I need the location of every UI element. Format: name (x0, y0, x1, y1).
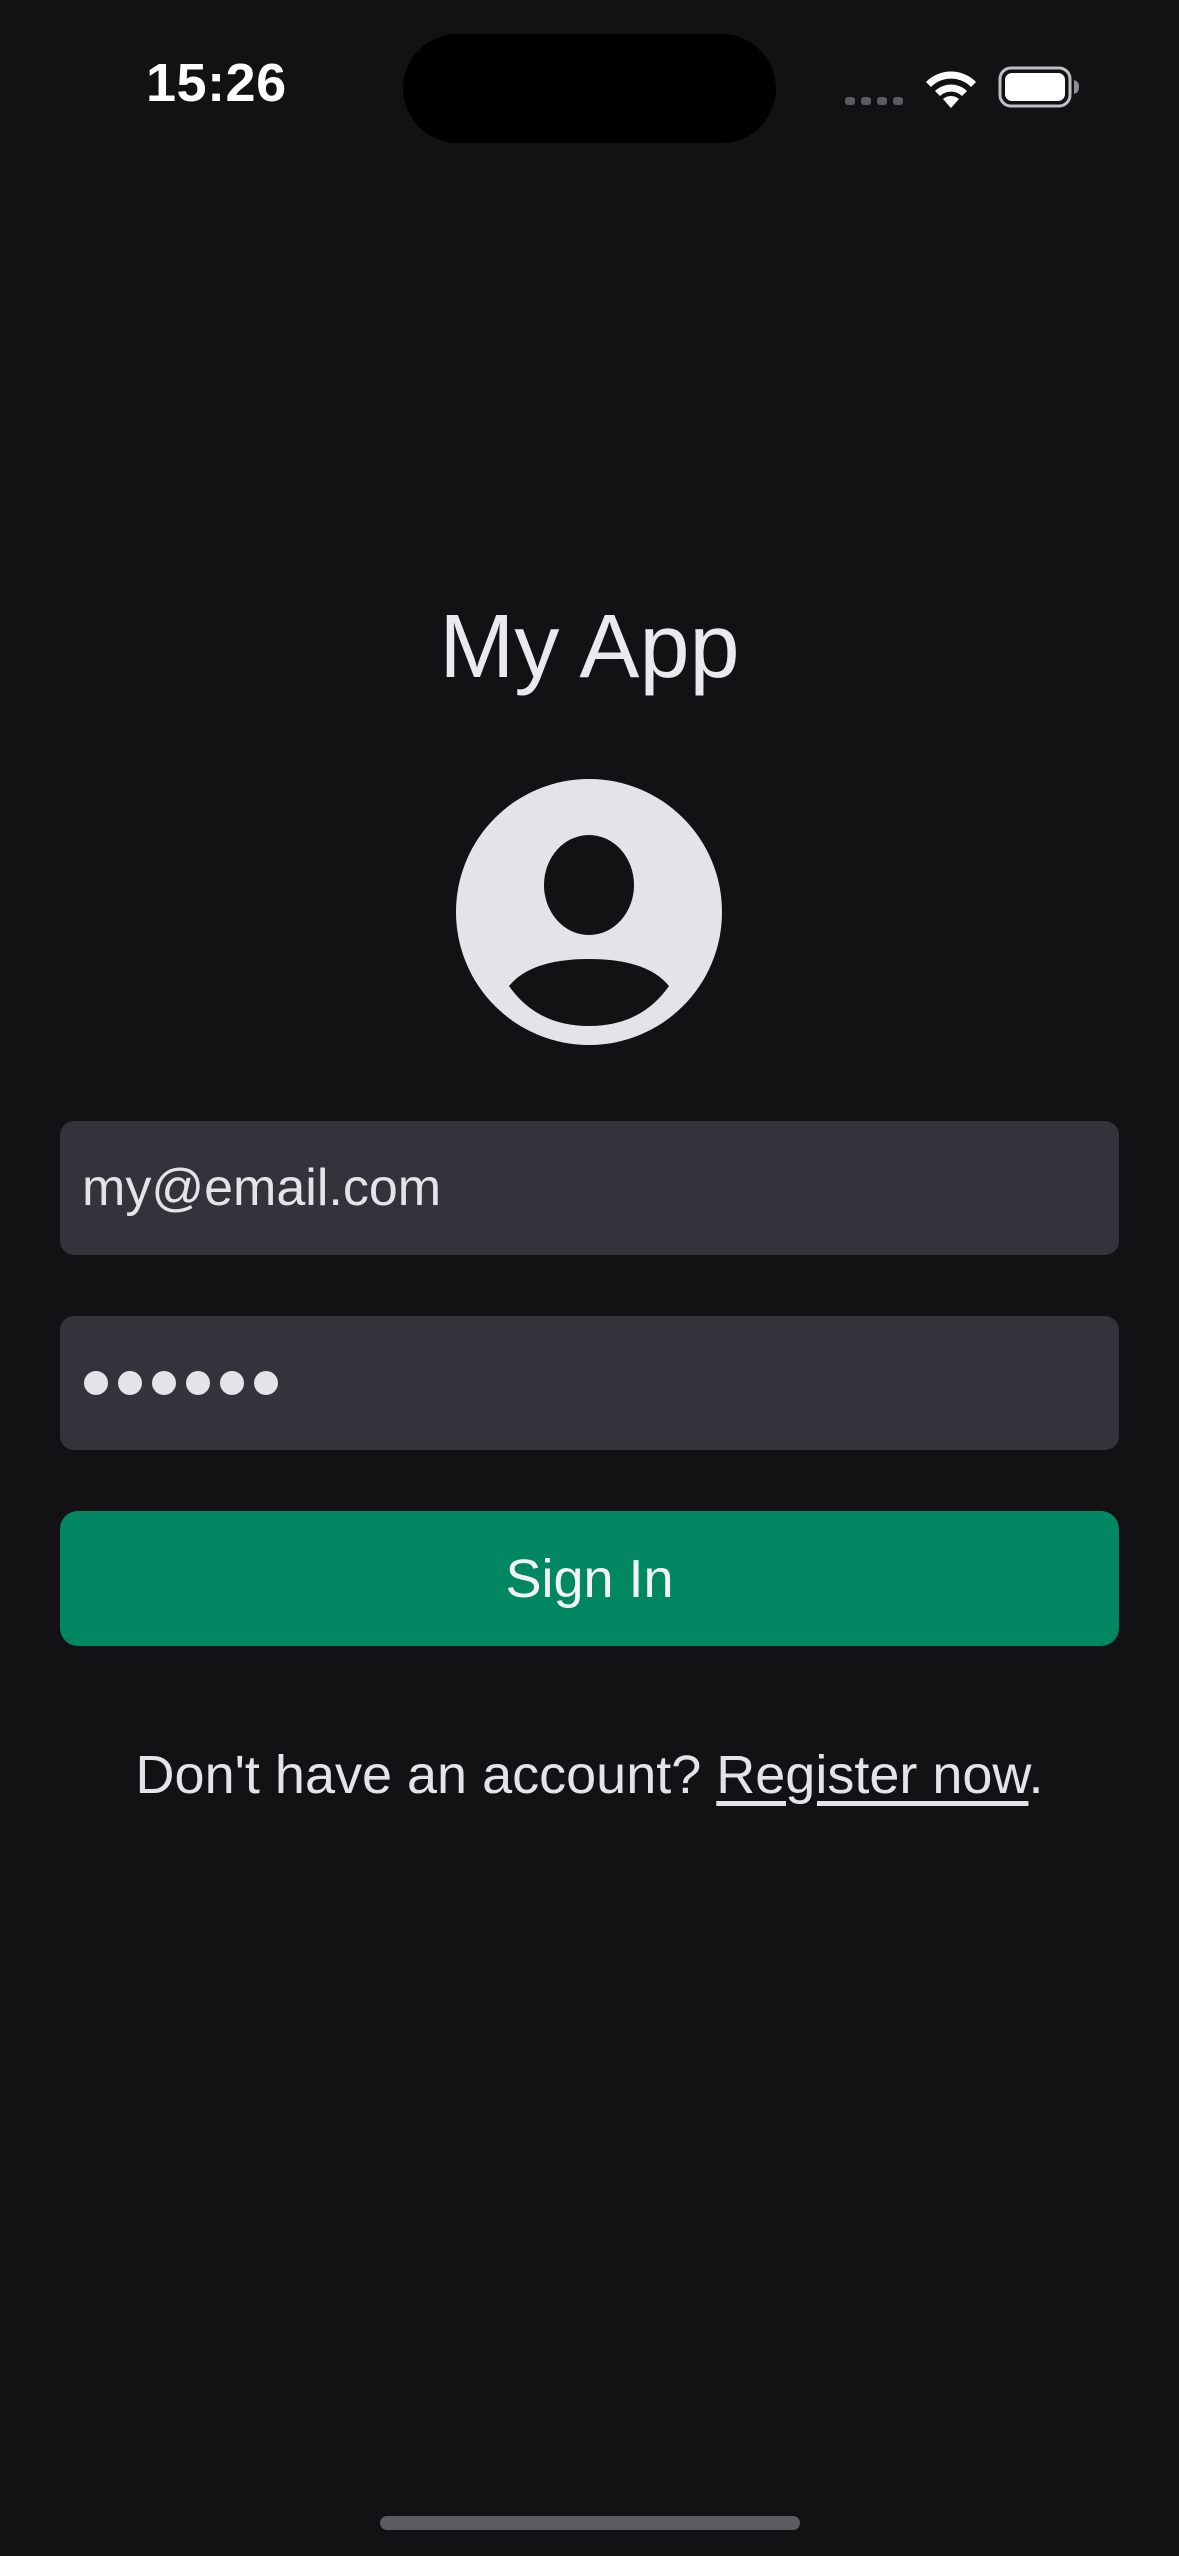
app-title: My App (439, 597, 740, 697)
wifi-icon (926, 71, 976, 108)
password-dot (254, 1371, 278, 1395)
password-mask (82, 1371, 278, 1395)
email-field[interactable]: my@email.com (60, 1121, 1119, 1255)
password-dot (220, 1371, 244, 1395)
password-dot (186, 1371, 210, 1395)
register-now-link[interactable]: Register now (716, 1745, 1028, 1805)
password-dot (84, 1371, 108, 1395)
home-indicator[interactable] (380, 2516, 800, 2530)
dynamic-island (403, 34, 776, 143)
password-dot (118, 1371, 142, 1395)
login-screen: 15:26 My App my@email.com Sign In Don't … (0, 0, 1179, 2556)
register-prompt-text: Don't have an account? (135, 1745, 717, 1805)
password-field[interactable] (60, 1316, 1119, 1450)
password-dot (152, 1371, 176, 1395)
status-time: 15:26 (146, 53, 287, 113)
email-value: my@email.com (82, 1159, 442, 1217)
sign-in-button[interactable]: Sign In (60, 1511, 1119, 1646)
register-suffix: . (1028, 1745, 1044, 1805)
register-prompt: Don't have an account? Register now. (0, 1740, 1179, 1810)
cellular-dots-icon (845, 97, 903, 105)
battery-icon (998, 66, 1079, 108)
person-circle-icon (456, 779, 722, 1045)
